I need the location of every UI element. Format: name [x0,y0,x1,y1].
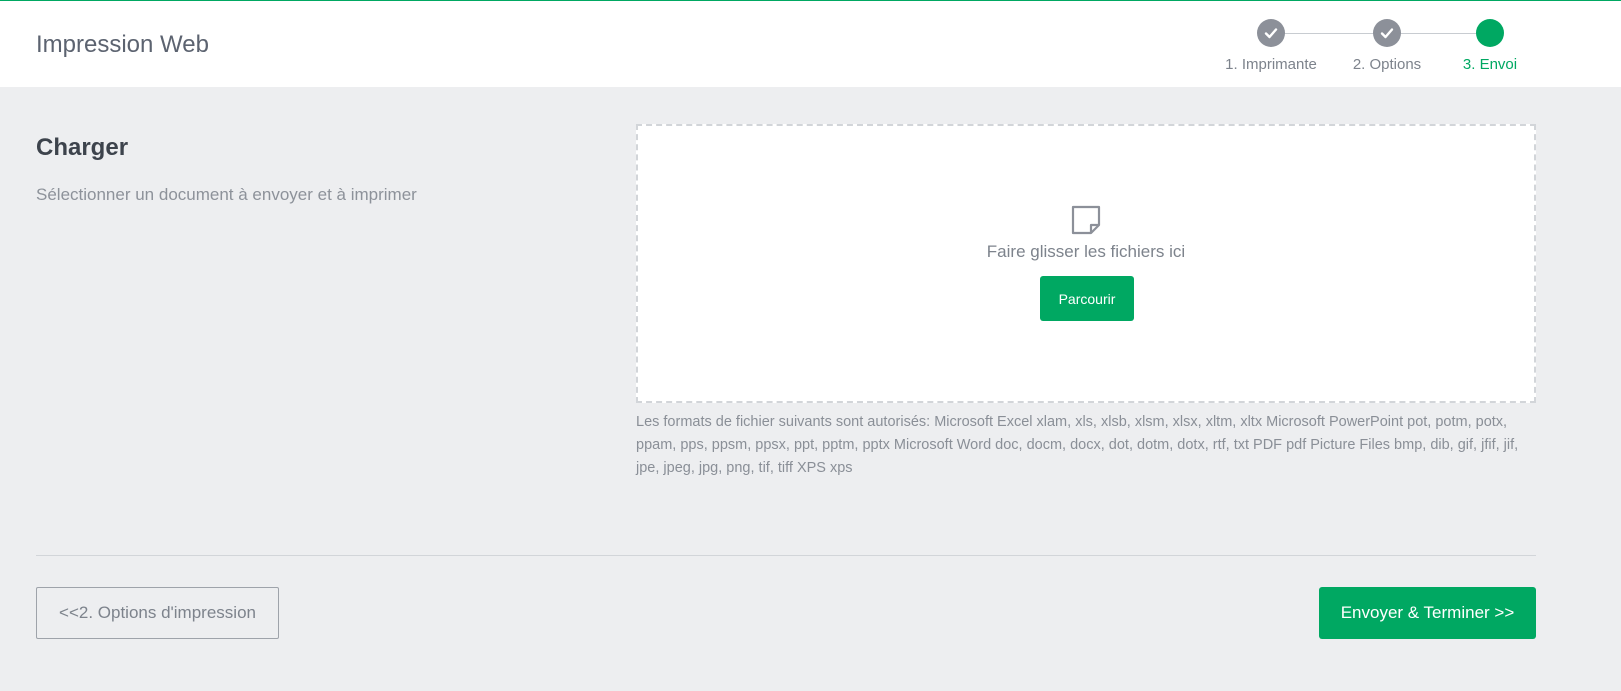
progress-stepper: 1. Imprimante 2. Options 3. Envoi [0,1,1621,87]
dropzone-text: Faire glisser les fichiers ici [986,242,1186,261]
file-icon [1071,205,1101,235]
step-done-dot [1257,19,1285,47]
divider [36,555,1536,556]
app-header: Impression Web 1. Imprimante 2. Options … [0,1,1621,87]
step-done-dot [1373,19,1401,47]
allowed-formats-text: Les formats de fichier suivants sont aut… [636,414,1519,476]
section-title: Charger [36,134,129,161]
send-and-finish-button[interactable]: Envoyer & Terminer >> [1319,587,1536,639]
file-dropzone[interactable]: Faire glisser les fichiers ici Parcourir [636,124,1536,403]
section-description: Sélectionner un document à envoyer et à … [36,185,417,204]
step-active-dot [1476,19,1504,47]
checkmark-icon [1264,28,1278,39]
checkmark-icon [1380,28,1394,39]
step-envoi: 3. Envoi [1420,19,1560,73]
browse-button[interactable]: Parcourir [1040,276,1134,321]
back-to-options-button[interactable]: <<2. Options d'impression [36,587,279,639]
step-label: 3. Envoi [1462,56,1518,73]
